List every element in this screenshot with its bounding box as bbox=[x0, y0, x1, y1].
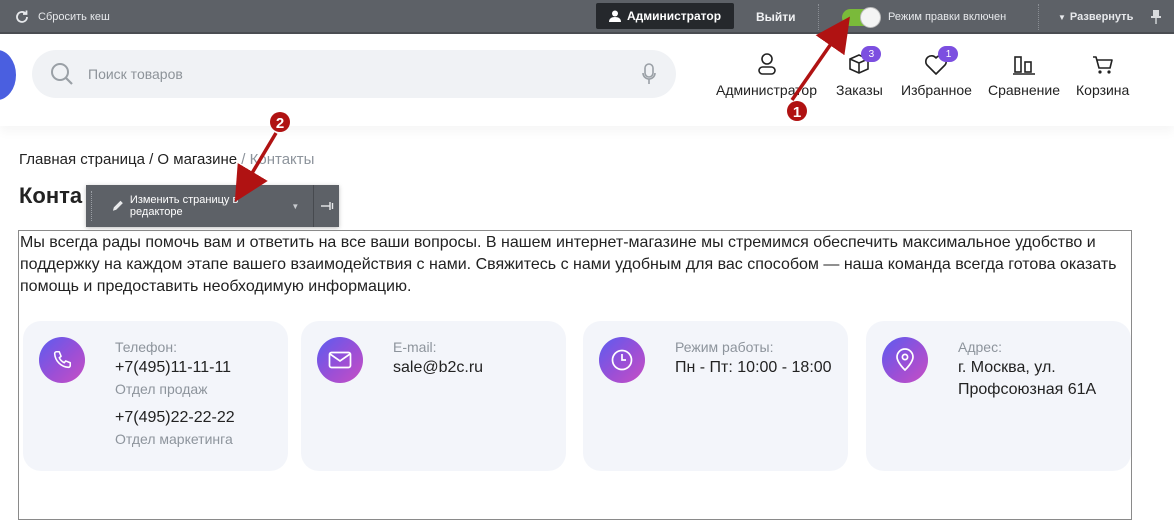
breadcrumb: Главная страница / О магазине / Контакты bbox=[19, 151, 314, 168]
clock-icon bbox=[599, 337, 645, 383]
email-value[interactable]: sale@b2c.ru bbox=[393, 359, 483, 377]
edit-page-label: Изменить страницу в редакторе bbox=[129, 194, 239, 218]
admin-user-label: Администратор bbox=[626, 9, 722, 23]
refresh-icon bbox=[16, 10, 28, 23]
location-pin-icon bbox=[882, 337, 928, 383]
intro-text: Мы всегда рады помочь вам и ответить на … bbox=[20, 234, 1117, 295]
breadcrumb-current: / Контакты bbox=[241, 151, 315, 168]
nav-account-label: Администратор bbox=[716, 82, 818, 98]
nav-compare[interactable]: Сравнение bbox=[988, 50, 1060, 98]
clear-cache-label: Сбросить кеш bbox=[38, 11, 110, 23]
nav-orders-label: Заказы bbox=[836, 82, 883, 98]
email-label: E-mail: bbox=[393, 339, 437, 355]
pencil-icon bbox=[112, 200, 123, 211]
nav-orders[interactable]: 3 Заказы bbox=[836, 46, 883, 98]
drag-handle[interactable] bbox=[91, 191, 99, 221]
nav-favorites-label: Избранное bbox=[901, 82, 972, 98]
cart-icon bbox=[1092, 56, 1113, 74]
site-header: Администратор 3 Заказы 1 Избранное Сравн… bbox=[0, 36, 1174, 126]
admin-bar: Сбросить кеш Администратор Выйти Режим п… bbox=[0, 0, 1174, 34]
phone-label: Телефон: bbox=[115, 339, 177, 355]
address-label: Адрес: bbox=[958, 339, 1002, 355]
separator bbox=[1038, 4, 1040, 30]
address-line2: Профсоюзная 61А bbox=[958, 381, 1097, 398]
chevron-down-icon: ▼ bbox=[1058, 12, 1066, 22]
logout-button[interactable]: Выйти bbox=[756, 0, 796, 34]
search-icon[interactable] bbox=[50, 62, 74, 86]
nav-compare-label: Сравнение bbox=[988, 82, 1060, 98]
clear-cache-button[interactable]: Сбросить кеш bbox=[14, 0, 110, 34]
expand-button[interactable]: ▼ Развернуть bbox=[1058, 0, 1133, 34]
editable-content-area[interactable]: Мы всегда рады помочь вам и ответить на … bbox=[18, 230, 1132, 520]
edit-mode-toggle[interactable]: Режим правки включен bbox=[842, 0, 1006, 34]
orders-count-badge: 3 bbox=[861, 46, 882, 62]
search-bar[interactable] bbox=[32, 50, 676, 98]
hours-value: Пн - Пт: 10:00 - 18:00 bbox=[675, 359, 832, 376]
separator bbox=[818, 4, 820, 30]
edit-page-toolbar: Изменить страницу в редакторе ▼ bbox=[86, 185, 339, 227]
toggle-switch[interactable] bbox=[842, 6, 881, 28]
logo[interactable] bbox=[0, 50, 16, 100]
nav-cart[interactable]: Корзина bbox=[1076, 50, 1129, 98]
phone-sales-dept: Отдел продаж bbox=[115, 381, 208, 397]
nav-cart-label: Корзина bbox=[1076, 82, 1130, 98]
phone-marketing-dept: Отдел маркетинга bbox=[115, 431, 233, 447]
contact-card-email: E-mail: sale@b2c.ru bbox=[301, 321, 566, 471]
edit-mode-label: Режим правки включен bbox=[888, 11, 1007, 23]
microphone-icon[interactable] bbox=[642, 63, 656, 85]
expand-label: Развернуть bbox=[1069, 11, 1134, 23]
user-icon bbox=[608, 10, 621, 22]
compare-icon bbox=[1012, 56, 1035, 75]
pin-toolbar-button[interactable] bbox=[314, 185, 339, 227]
phone-number-marketing[interactable]: +7(495)22-22-22 bbox=[115, 409, 235, 427]
nav-favorites[interactable]: 1 Избранное bbox=[901, 46, 972, 98]
contact-card-address: Адрес: г. Москва, ул. Профсоюзная 61А bbox=[866, 321, 1131, 471]
search-input[interactable] bbox=[88, 66, 608, 82]
breadcrumb-about[interactable]: / О магазине bbox=[149, 151, 237, 168]
pin-icon bbox=[1151, 10, 1161, 24]
user-icon bbox=[757, 53, 776, 75]
address-line1: г. Москва, ул. bbox=[958, 359, 1056, 376]
admin-user-button[interactable]: Администратор bbox=[596, 3, 734, 29]
contact-card-hours: Режим работы: Пн - Пт: 10:00 - 18:00 bbox=[583, 321, 848, 471]
chevron-down-icon: ▼ bbox=[291, 201, 300, 211]
page-title: Конта bbox=[19, 183, 83, 208]
hours-label: Режим работы: bbox=[675, 339, 774, 355]
logout-label: Выйти bbox=[756, 10, 796, 24]
favorites-count-badge: 1 bbox=[938, 46, 959, 62]
phone-icon bbox=[39, 337, 85, 383]
edit-page-button[interactable]: Изменить страницу в редакторе ▼ bbox=[99, 185, 306, 227]
breadcrumb-home[interactable]: Главная страница bbox=[19, 151, 145, 168]
contact-card-phone: Телефон: +7(495)11-11-11 Отдел продаж +7… bbox=[23, 321, 288, 471]
nav-account[interactable]: Администратор bbox=[716, 50, 817, 98]
mail-icon bbox=[317, 337, 363, 383]
pin-icon bbox=[320, 202, 333, 210]
phone-number-sales[interactable]: +7(495)11-11-11 bbox=[115, 359, 231, 377]
pin-button[interactable] bbox=[1150, 0, 1162, 34]
